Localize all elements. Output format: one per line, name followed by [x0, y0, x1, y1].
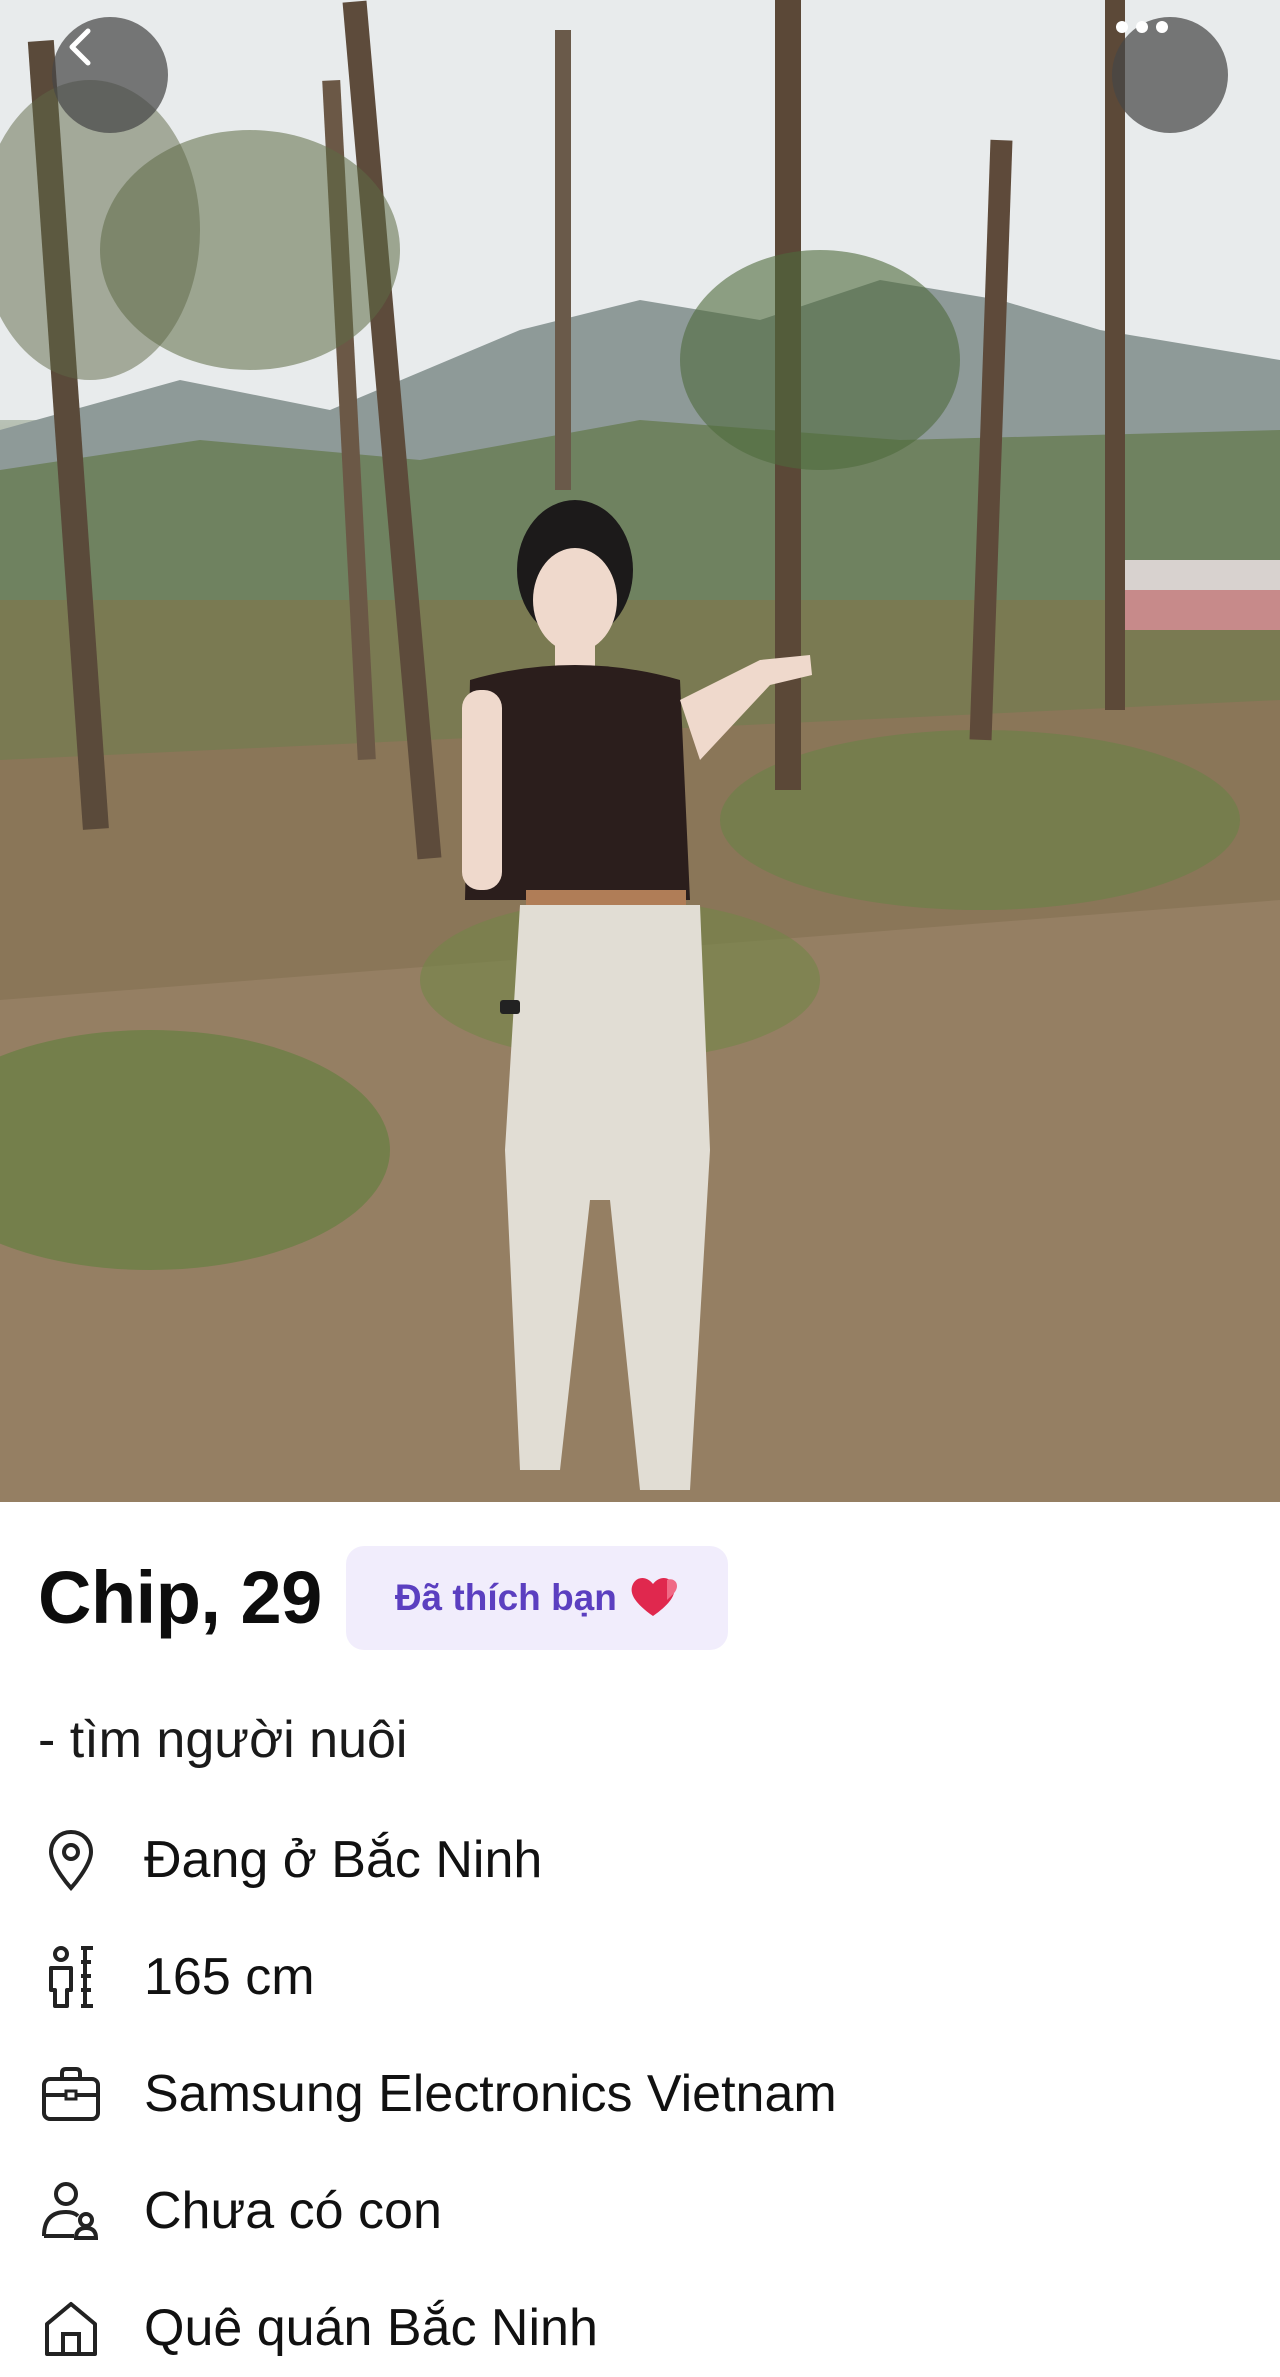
profile-photo[interactable]: [0, 0, 1280, 1502]
height-ruler-icon: [38, 1944, 104, 2010]
profile-bio: - tìm người nuôi: [38, 1711, 408, 1769]
briefcase-icon: [38, 2061, 104, 2127]
name-row: Chip, 29 Đã thích bạn: [38, 1546, 728, 1650]
detail-hometown-text: Quê quán Bắc Ninh: [144, 2299, 598, 2357]
detail-location: Đang ở Bắc Ninh: [38, 1820, 542, 1900]
detail-work: Samsung Electronics Vietnam: [38, 2054, 837, 2134]
profile-name-age: Chip, 29: [38, 1556, 322, 1639]
detail-children: Chưa có con: [38, 2171, 442, 2251]
family-children-icon: [38, 2178, 104, 2244]
profile-info-panel: Chip, 29 Đã thích bạn - tìm người nuôi Đ…: [0, 1502, 1280, 2377]
detail-height-text: 165 cm: [144, 1948, 315, 2006]
detail-work-text: Samsung Electronics Vietnam: [144, 2065, 837, 2123]
photo-scene: [0, 0, 1280, 1502]
more-options-button[interactable]: [1112, 17, 1228, 133]
liked-you-badge: Đã thích bạn: [345, 1546, 728, 1650]
liked-you-text: Đã thích bạn: [394, 1577, 617, 1618]
home-icon: [38, 2295, 104, 2361]
detail-children-text: Chưa có con: [144, 2182, 442, 2240]
heart-icon: [627, 1572, 679, 1625]
detail-height: 165 cm: [38, 1937, 315, 2017]
detail-hometown: Quê quán Bắc Ninh: [38, 2288, 598, 2368]
location-pin-icon: [38, 1827, 104, 1893]
detail-location-text: Đang ở Bắc Ninh: [144, 1831, 543, 1889]
back-button[interactable]: [52, 17, 168, 133]
